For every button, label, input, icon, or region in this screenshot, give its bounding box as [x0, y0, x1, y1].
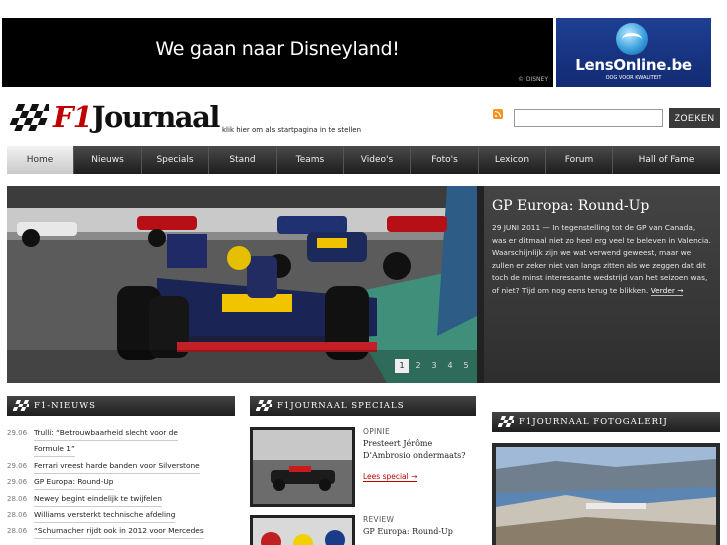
special-title[interactable]: Presteert Jérôme D’Ambrosio ondermaats? — [363, 438, 476, 462]
news-date: 29.06 — [7, 429, 28, 437]
special-image — [253, 430, 352, 504]
logo-journaal-text: Journaal — [91, 100, 221, 134]
site-logo[interactable]: F1 Journaal — [7, 100, 221, 134]
special-title[interactable]: GP Europa: Round-Up — [363, 526, 476, 538]
slider-page-button[interactable]: 2 — [411, 359, 425, 373]
news-date: 28.06 — [7, 510, 28, 519]
news-title-link[interactable]: Williams versterkt technische afdeling — [34, 509, 176, 523]
search-input[interactable] — [514, 109, 663, 127]
nav-nieuws[interactable]: Nieuws — [74, 146, 142, 174]
ad-banner-lensonline[interactable]: LensOnline.be OOG VOOR KWALITEIT — [556, 18, 711, 87]
news-date — [7, 443, 34, 445]
featured-panel: GP Europa: Round-Up 29 JUNI 2011 — In te… — [484, 186, 720, 383]
news-item[interactable]: 28.06 Williams versterkt technische afdel… — [7, 509, 235, 525]
page: We gaan naar Disneyland! © DISNEY LensOn… — [0, 0, 727, 545]
special-category: REVIEW — [363, 515, 395, 524]
nav-specials[interactable]: Specials — [142, 146, 209, 174]
special-category: OPINIE — [363, 427, 390, 436]
news-item[interactable]: 29.06 GP Europa: Round-Up — [7, 476, 235, 492]
read-more-link[interactable]: Verder → — [650, 285, 684, 296]
checkered-flag-icon — [256, 400, 272, 411]
news-title-link[interactable]: Formule 1” — [34, 443, 75, 458]
news-title-link[interactable]: Newey begint eindelijk te twijfelen — [34, 493, 162, 507]
news-item[interactable]: 29.06 Ferrari vreest harde banden voor Si… — [7, 460, 235, 476]
nav-stand[interactable]: Stand — [209, 146, 277, 174]
gallery-photo — [496, 447, 716, 545]
checkered-flag-icon — [9, 104, 49, 131]
checkered-flag-icon — [13, 400, 29, 411]
slider-page-button[interactable]: 5 — [459, 359, 473, 373]
search-button[interactable]: ZOEKEN — [669, 108, 720, 128]
nav-forum[interactable]: Forum — [546, 146, 613, 174]
read-special-link[interactable]: Lees special → — [363, 472, 418, 482]
featured-slider: GP Europa: Round-Up 29 JUNI 2011 — In te… — [7, 186, 720, 383]
featured-text-body: 29 JUNI 2011 — In tegenstelling tot de G… — [492, 223, 711, 295]
nav-teams[interactable]: Teams — [277, 146, 344, 174]
gallery-section-header: F1JOURNAAL FOTOGALERIJ — [492, 412, 720, 432]
news-title-link[interactable]: Trulli: “Betrouwbaarheid slecht voor de — [34, 427, 178, 441]
globe-icon — [616, 23, 648, 55]
slider-page-button[interactable]: 3 — [427, 359, 441, 373]
news-date: 29.06 — [7, 478, 28, 487]
special-item[interactable]: REVIEW GP Europa: Round-Up — [250, 515, 476, 545]
nav-lexicon[interactable]: Lexicon — [479, 146, 546, 174]
nav-hall-of-fame[interactable]: Hall of Fame — [613, 146, 720, 174]
specials-section-title: F1JOURNAAL SPECIALS — [277, 401, 405, 411]
ad-banner-disney[interactable]: We gaan naar Disneyland! © DISNEY — [2, 18, 553, 87]
main-nav: Home Nieuws Specials Stand Teams Video's… — [7, 146, 720, 174]
special-thumbnail[interactable] — [250, 427, 355, 507]
news-item[interactable]: 28.06 “Schumacher rijdt ook in 2012 voor … — [7, 525, 235, 541]
special-image — [253, 518, 352, 545]
news-date: 28.06 — [7, 527, 28, 536]
nav-home[interactable]: Home — [7, 146, 74, 174]
checkered-flag-icon — [498, 416, 514, 427]
ad-brand: LensOnline.be — [575, 56, 692, 74]
special-thumbnail[interactable] — [250, 515, 355, 545]
news-date: 29.06 — [7, 461, 28, 470]
news-list: 29.06 Trulli: “Betrouwbaarheid slecht voo… — [7, 427, 235, 542]
logo-f1-text: F1 — [53, 100, 93, 134]
featured-title[interactable]: GP Europa: Round-Up — [492, 198, 711, 214]
news-item[interactable]: Formule 1” — [7, 443, 235, 459]
special-meta: REVIEW GP Europa: Round-Up — [363, 515, 476, 538]
featured-image[interactable] — [7, 186, 477, 383]
news-section-header: F1-NIEUWS — [7, 396, 235, 416]
ad-banner-text: We gaan naar Disneyland! — [155, 38, 400, 60]
gallery-image[interactable] — [492, 443, 720, 545]
special-meta: OPINIE Presteert Jérôme D’Ambrosio onder… — [363, 427, 476, 483]
slider-page-button[interactable]: 4 — [443, 359, 457, 373]
news-date: 28.06 — [7, 494, 28, 503]
rss-icon[interactable] — [493, 109, 503, 119]
special-item[interactable]: OPINIE Presteert Jérôme D’Ambrosio onder… — [250, 427, 476, 509]
specials-section-header: F1JOURNAAL SPECIALS — [250, 396, 476, 416]
nav-fotos[interactable]: Foto's — [411, 146, 479, 174]
news-title-link[interactable]: “Schumacher rijdt ook in 2012 voor Merce… — [34, 525, 204, 540]
slider-pager: 12345 — [395, 359, 473, 373]
set-startpage-link[interactable]: klik hier om als startpagina in te stell… — [222, 126, 361, 134]
nav-videos[interactable]: Video's — [344, 146, 411, 174]
news-item[interactable]: 28.06 Newey begint eindelijk te twijfelen — [7, 493, 235, 509]
news-title-link[interactable]: GP Europa: Round-Up — [34, 476, 114, 491]
ad-copyright: © DISNEY — [517, 76, 548, 83]
news-section-title: F1-NIEUWS — [34, 401, 96, 411]
news-item[interactable]: 29.06 Trulli: “Betrouwbaarheid slecht voo… — [7, 427, 235, 443]
featured-text: 29 JUNI 2011 — In tegenstelling tot de G… — [492, 222, 711, 298]
news-title-link[interactable]: Ferrari vreest harde banden voor Silvers… — [34, 460, 200, 474]
slider-page-button[interactable]: 1 — [395, 359, 409, 373]
gallery-section-title: F1JOURNAAL FOTOGALERIJ — [519, 417, 668, 427]
ad-tagline: OOG VOOR KWALITEIT — [605, 75, 662, 81]
